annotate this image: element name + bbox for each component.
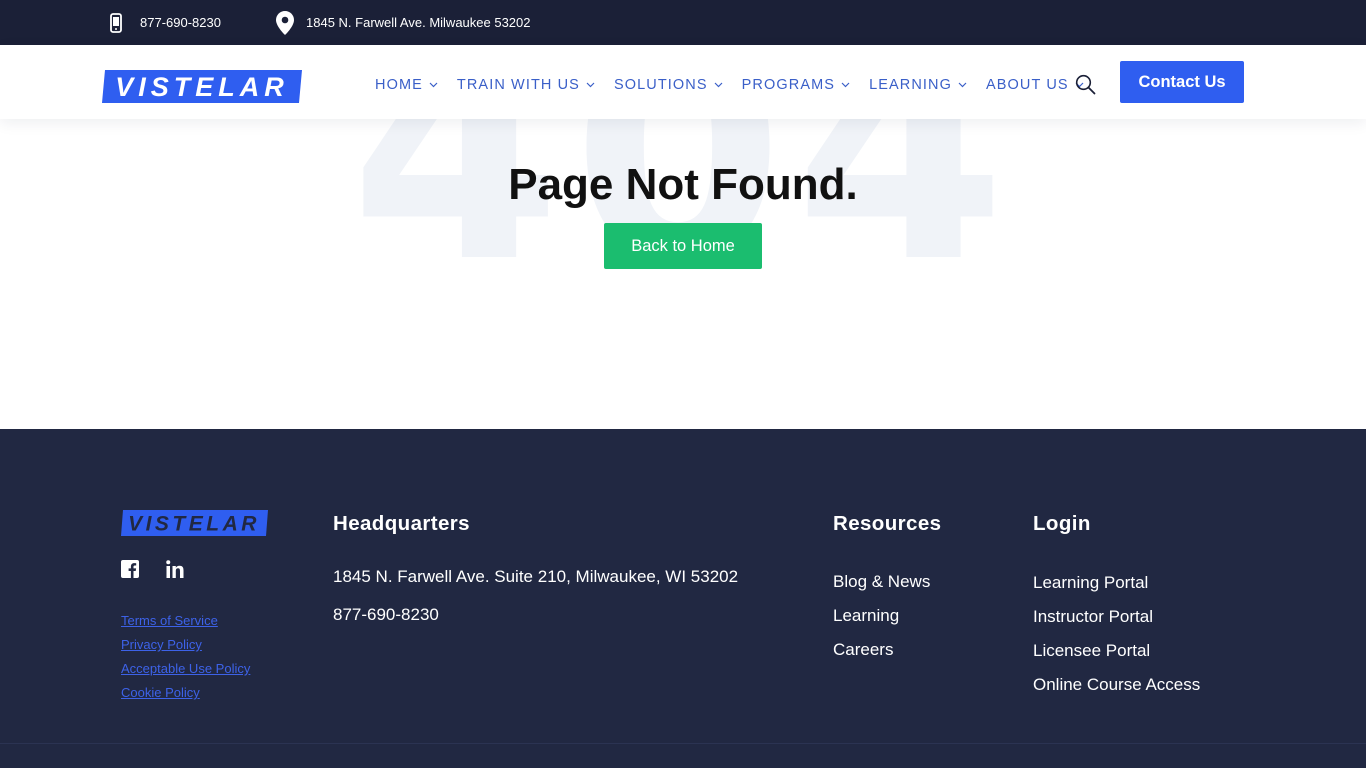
nav-label: HOME xyxy=(375,77,423,93)
site-logo[interactable]: VISTELAR xyxy=(102,70,302,103)
search-icon[interactable] xyxy=(1075,74,1096,95)
legal-links: Terms of Service Privacy Policy Acceptab… xyxy=(121,609,250,705)
learning-link[interactable]: Learning xyxy=(833,599,930,633)
acceptable-use-policy-link[interactable]: Acceptable Use Policy xyxy=(121,657,250,681)
topbar-address-text: 1845 N. Farwell Ave. Milwaukee 53202 xyxy=(306,15,531,30)
licensee-portal-link[interactable]: Licensee Portal xyxy=(1033,634,1200,668)
chevron-down-icon xyxy=(841,82,850,88)
headquarters-address: 1845 N. Farwell Ave. Suite 210, Milwauke… xyxy=(333,567,739,586)
login-list: Learning Portal Instructor Portal Licens… xyxy=(1033,566,1200,702)
nav-solutions[interactable]: SOLUTIONS xyxy=(614,77,723,93)
terms-of-service-link[interactable]: Terms of Service xyxy=(121,609,250,633)
mobile-phone-icon xyxy=(109,12,123,33)
nav-label: PROGRAMS xyxy=(741,77,836,93)
chevron-down-icon xyxy=(958,82,967,88)
nav-programs[interactable]: PROGRAMS xyxy=(742,77,850,93)
nav-label: SOLUTIONS xyxy=(613,77,708,93)
login-heading: Login xyxy=(1033,512,1091,535)
footer-divider xyxy=(0,743,1366,744)
instructor-portal-link[interactable]: Instructor Portal xyxy=(1033,600,1200,634)
privacy-policy-link[interactable]: Privacy Policy xyxy=(121,633,250,657)
footer-logo[interactable]: VISTELAR xyxy=(121,510,268,536)
site-header: VISTELAR HOME TRAIN WITH US SOLUTIONS PR… xyxy=(0,45,1366,119)
not-found-section: 404 Page Not Found. Back to Home xyxy=(0,119,1366,429)
blog-news-link[interactable]: Blog & News xyxy=(833,565,930,599)
nav-home[interactable]: HOME xyxy=(375,77,438,93)
careers-link[interactable]: Careers xyxy=(833,633,930,667)
online-course-access-link[interactable]: Online Course Access xyxy=(1033,668,1200,702)
map-pin-icon xyxy=(276,10,294,35)
nav-label: TRAIN WITH US xyxy=(456,77,580,93)
logo-text: VISTELAR xyxy=(115,72,289,102)
footer-logo-text: VISTELAR xyxy=(128,513,260,536)
learning-portal-link[interactable]: Learning Portal xyxy=(1033,566,1200,600)
main-nav: HOME TRAIN WITH US SOLUTIONS PROGRAMS LE… xyxy=(375,45,1103,125)
site-footer: VISTELAR Terms of Service Privacy Policy… xyxy=(0,429,1366,768)
headquarters-heading: Headquarters xyxy=(333,512,470,535)
topbar-phone-text: 877-690-8230 xyxy=(140,15,221,30)
nav-learning[interactable]: LEARNING xyxy=(869,77,967,93)
top-bar: 877-690-8230 1845 N. Farwell Ave. Milwau… xyxy=(0,0,1366,45)
chevron-down-icon xyxy=(429,82,438,88)
back-to-home-button[interactable]: Back to Home xyxy=(604,223,762,269)
linkedin-icon[interactable] xyxy=(166,560,186,580)
contact-us-button[interactable]: Contact Us xyxy=(1120,61,1244,103)
resources-heading: Resources xyxy=(833,512,942,535)
nav-label: LEARNING xyxy=(869,77,952,93)
page-title: Page Not Found. xyxy=(508,160,858,209)
nav-train-with-us[interactable]: TRAIN WITH US xyxy=(457,77,595,93)
facebook-icon[interactable] xyxy=(121,560,141,580)
cookie-policy-link[interactable]: Cookie Policy xyxy=(121,681,250,705)
nav-about-us[interactable]: ABOUT US xyxy=(986,77,1084,93)
nav-label: ABOUT US xyxy=(986,77,1069,93)
background-404: 404 xyxy=(0,119,1366,304)
headquarters-phone[interactable]: 877-690-8230 xyxy=(333,605,439,625)
chevron-down-icon xyxy=(586,82,595,88)
resources-list: Blog & News Learning Careers xyxy=(833,565,930,667)
topbar-phone[interactable]: 877-690-8230 xyxy=(109,0,221,45)
topbar-address: 1845 N. Farwell Ave. Milwaukee 53202 xyxy=(276,0,531,45)
chevron-down-icon xyxy=(714,82,723,88)
